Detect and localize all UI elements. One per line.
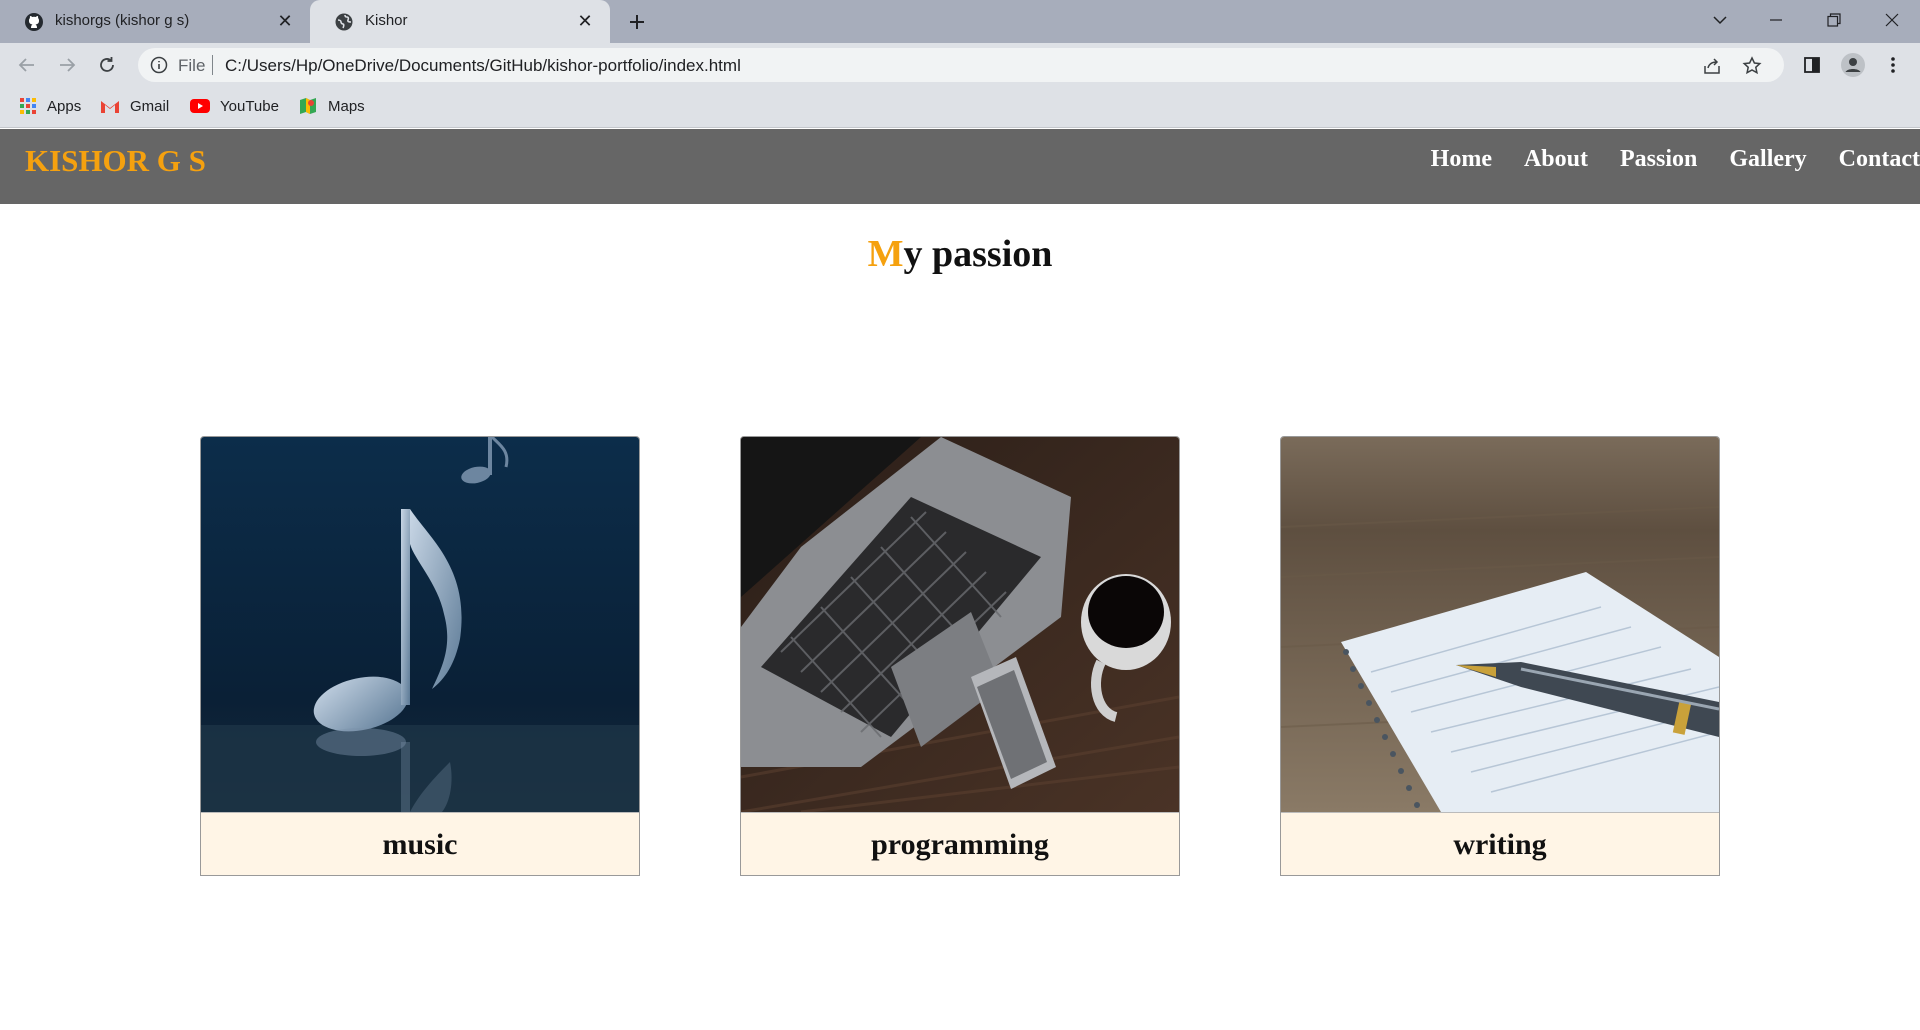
- gmail-icon: [101, 100, 119, 113]
- tab-title: kishorgs (kishor g s): [55, 12, 190, 29]
- bookmark-youtube[interactable]: YouTube: [190, 95, 279, 117]
- title-accent-letter: M: [867, 233, 904, 275]
- main-nav: Home About Passion Gallery Contact: [1399, 146, 1920, 173]
- star-icon: [1742, 56, 1762, 75]
- share-button[interactable]: [1700, 54, 1724, 78]
- chevron-down-icon: [1713, 16, 1727, 25]
- reload-button[interactable]: [92, 50, 122, 80]
- passion-card-programming[interactable]: programming: [740, 436, 1180, 876]
- notebook-pen-image: [1281, 437, 1719, 812]
- tab-search-button[interactable]: [1692, 0, 1748, 40]
- menu-button[interactable]: [1878, 50, 1908, 80]
- tab-strip: kishorgs (kishor g s) ✕ Kishor ✕: [0, 0, 1920, 43]
- restore-icon: [1827, 13, 1841, 27]
- arrow-left-icon: [18, 58, 34, 72]
- tab-title: Kishor: [365, 12, 408, 29]
- url-scheme-label: File: [178, 56, 206, 75]
- url-text[interactable]: C:/Users/Hp/OneDrive/Documents/GitHub/ki…: [225, 56, 741, 76]
- side-panel-icon: [1804, 57, 1820, 73]
- nav-about[interactable]: About: [1524, 146, 1588, 173]
- site-logo[interactable]: KISHOR G S: [25, 143, 206, 179]
- more-vert-icon: [1891, 57, 1895, 73]
- passion-card-music[interactable]: music: [200, 436, 640, 876]
- close-icon: [1885, 13, 1899, 27]
- profile-button[interactable]: [1838, 50, 1868, 80]
- passion-card-writing[interactable]: writing: [1280, 436, 1720, 876]
- nav-gallery[interactable]: Gallery: [1729, 146, 1806, 173]
- bookmark-gmail[interactable]: Gmail: [100, 95, 169, 117]
- info-icon[interactable]: [150, 56, 168, 74]
- bookmark-maps[interactable]: Maps: [298, 95, 365, 117]
- bookmark-label: Gmail: [130, 97, 170, 115]
- new-tab-button[interactable]: [622, 7, 652, 37]
- back-button[interactable]: [12, 50, 42, 80]
- card-caption: writing: [1281, 812, 1719, 875]
- nav-home[interactable]: Home: [1431, 146, 1492, 173]
- nav-contact[interactable]: Contact: [1839, 146, 1920, 173]
- tab-github[interactable]: kishorgs (kishor g s) ✕: [0, 0, 310, 43]
- close-window-button[interactable]: [1864, 0, 1920, 40]
- page-title: My passion: [0, 232, 1920, 276]
- card-caption: programming: [741, 812, 1179, 875]
- globe-icon: [335, 13, 353, 31]
- youtube-icon: [190, 99, 210, 113]
- bookmark-label: Maps: [328, 97, 365, 115]
- tab-close-icon[interactable]: ✕: [272, 8, 298, 34]
- laptop-coffee-image: [741, 437, 1179, 812]
- bookmark-label: Apps: [47, 97, 82, 115]
- bookmark-label: YouTube: [220, 97, 279, 115]
- title-rest: y passion: [903, 233, 1053, 275]
- maps-icon: [300, 98, 316, 114]
- divider: [212, 55, 213, 75]
- bookmark-star-button[interactable]: [1740, 54, 1764, 78]
- minimize-icon: [1770, 19, 1782, 21]
- reload-icon: [100, 57, 114, 72]
- site-header: KISHOR G S Home About Passion Gallery Co…: [0, 129, 1920, 204]
- restore-button[interactable]: [1806, 0, 1862, 40]
- side-panel-button[interactable]: [1797, 50, 1827, 80]
- plus-icon: [630, 15, 644, 29]
- bookmark-apps[interactable]: Apps: [19, 95, 81, 117]
- nav-passion[interactable]: Passion: [1620, 146, 1697, 173]
- github-icon: [25, 13, 43, 31]
- browser-toolbar: File C:/Users/Hp/OneDrive/Documents/GitH…: [0, 43, 1920, 86]
- share-icon: [1704, 58, 1720, 74]
- bookmarks-bar: Apps Gmail YouTube Maps: [0, 86, 1920, 128]
- avatar-icon: [1841, 53, 1865, 77]
- address-bar[interactable]: File C:/Users/Hp/OneDrive/Documents/GitH…: [138, 48, 1784, 82]
- music-note-image: [201, 437, 639, 812]
- arrow-right-icon: [60, 58, 76, 72]
- card-caption: music: [201, 812, 639, 875]
- apps-grid-icon: [20, 98, 36, 114]
- minimize-button[interactable]: [1748, 0, 1804, 40]
- forward-button[interactable]: [52, 50, 82, 80]
- tab-close-icon[interactable]: ✕: [572, 8, 598, 34]
- tab-kishor[interactable]: Kishor ✕: [310, 0, 610, 43]
